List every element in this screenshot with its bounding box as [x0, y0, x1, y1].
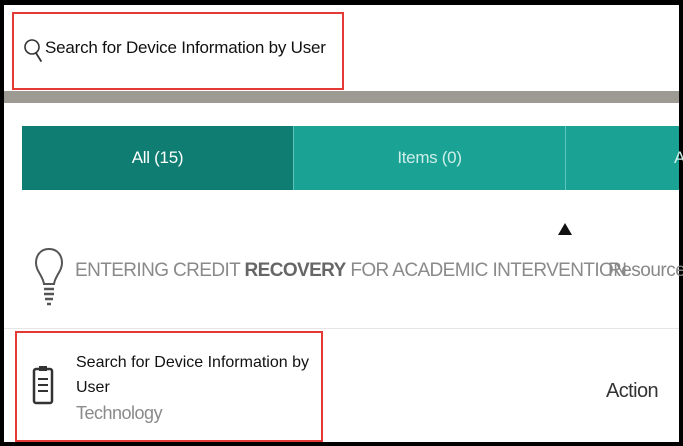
- list-item[interactable]: ENTERING CREDIT RECOVERY FOR ACADEMIC IN…: [4, 228, 683, 328]
- divider-bar: [4, 91, 679, 103]
- result-type: Action: [606, 380, 659, 402]
- result-title[interactable]: ENTERING CREDIT RECOVERY FOR ACADEMIC IN…: [75, 260, 627, 282]
- tab-items[interactable]: Items (0): [294, 126, 566, 190]
- search-highlight-box: [12, 12, 344, 90]
- tab-actions[interactable]: A: [566, 126, 683, 190]
- lightbulb-icon: [34, 247, 64, 306]
- result-highlight-box: [15, 331, 323, 442]
- result-type: Resource: [608, 260, 683, 281]
- filter-tabs: All (15) Items (0) A: [22, 126, 683, 190]
- tab-all[interactable]: All (15): [22, 126, 294, 190]
